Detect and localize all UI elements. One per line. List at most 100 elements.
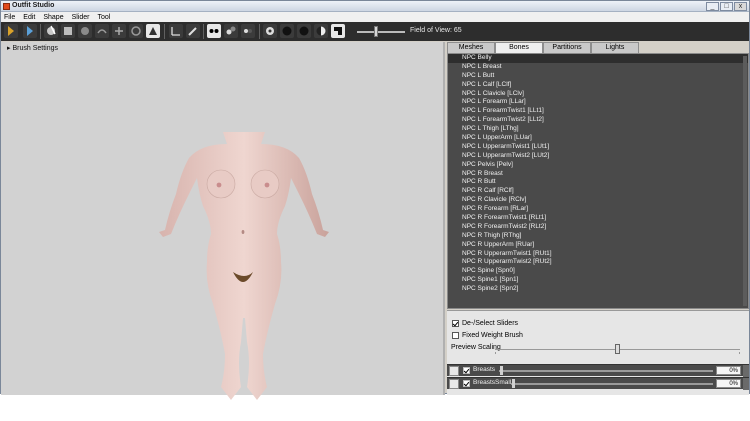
tab-meshes[interactable]: Meshes [447,42,495,53]
slider-value[interactable]: 0% [716,379,741,388]
edge-view-icon[interactable] [331,24,345,38]
mask-view-icon[interactable] [224,24,238,38]
fixed-weight-brush-option[interactable]: Fixed Weight Brush [452,332,523,339]
list-item[interactable]: NPC Spine2 [Spn2] [448,285,748,294]
pencil-icon[interactable] [449,379,459,389]
transform-icon[interactable] [23,24,37,38]
menu-file[interactable]: File [4,14,15,21]
fov-slider-track[interactable] [357,31,405,33]
texture-icon[interactable] [280,24,294,38]
list-item[interactable]: NPC Spine [Spn0] [448,267,748,276]
title-bar[interactable]: Outfit Studio _ □ x [1,1,749,12]
menu-tool[interactable]: Tool [98,14,111,21]
list-item[interactable]: NPC R UpperarmTwist2 [RUt2] [448,258,748,267]
fixed-weight-brush-checkbox[interactable] [452,332,459,339]
list-item[interactable]: NPC R UpperarmTwist1 [RUt1] [448,250,748,259]
list-item[interactable]: NPC R Clavicle [RClv] [448,196,748,205]
brush-settings-toggle[interactable]: ▸ Brush Settings [7,44,58,52]
list-item[interactable]: NPC L Thigh [LThg] [448,125,748,134]
slider-name: BreastsSmall [473,379,512,386]
brush-settings-label: Brush Settings [12,45,58,52]
pen-icon[interactable] [186,24,200,38]
list-item[interactable]: NPC L UpperarmTwist1 [LUt1] [448,143,748,152]
maximize-button[interactable]: □ [720,2,733,11]
slider-thumb[interactable] [512,379,515,388]
slider-track[interactable] [511,383,713,385]
menu-edit[interactable]: Edit [23,14,35,21]
body-model[interactable] [141,82,341,404]
mask-brush-icon[interactable] [129,24,143,38]
toolbar: Field of View: 65 [1,22,749,41]
light-icon[interactable] [263,24,277,38]
sliders-scrollbar[interactable] [743,365,749,377]
backface-icon[interactable] [241,24,255,38]
list-item[interactable]: NPC R Thigh [RThg] [448,232,748,241]
close-button[interactable]: x [734,2,747,11]
bones-scrollbar[interactable] [743,56,747,306]
window-controls: _ □ x [706,2,747,11]
list-item[interactable]: NPC L ForearmTwist1 [LLt1] [448,107,748,116]
list-item[interactable]: NPC R Calf [RClf] [448,187,748,196]
slider-checkbox[interactable] [463,367,470,374]
list-item[interactable]: NPC R UpperArm [RUar] [448,241,748,250]
list-item[interactable]: NPC L Breast [448,63,748,72]
outfit-studio-window: Outfit Studio _ □ x File Edit Shape Slid… [0,0,750,400]
list-item[interactable]: NPC L Clavicle [LClv] [448,90,748,99]
preview-scaling-thumb[interactable] [615,344,620,354]
slider-track[interactable] [499,370,713,372]
list-item[interactable]: NPC R Butt [448,178,748,187]
weight-brush-icon[interactable] [146,24,160,38]
slider-value[interactable]: 0% [716,366,741,375]
deselect-sliders-option[interactable]: De-/Select Sliders [452,320,518,327]
fixed-weight-brush-label: Fixed Weight Brush [462,332,523,339]
sliders-scrollbar[interactable] [743,378,749,390]
list-item[interactable]: NPC L UpperarmTwist2 [LUt2] [448,152,748,161]
smooth-brush-icon[interactable] [95,24,109,38]
bones-list[interactable]: NPC Belly NPC L Breast NPC L Butt NPC L … [447,53,749,309]
fov-slider-thumb[interactable] [374,26,378,37]
slider-row[interactable]: BreastsSmall 0% [447,377,749,390]
deflate-brush-icon[interactable] [61,24,75,38]
list-item[interactable]: NPC L Forearm [LLar] [448,98,748,107]
minimize-button[interactable]: _ [706,2,719,11]
wireframe-icon[interactable] [297,24,311,38]
list-item[interactable]: NPC L Butt [448,72,748,81]
axis-icon[interactable] [169,24,183,38]
list-item[interactable]: NPC R ForearmTwist2 [RLt2] [448,223,748,232]
list-item[interactable]: NPC R Breast [448,170,748,179]
list-item[interactable]: NPC Belly [448,54,748,63]
menu-slider[interactable]: Slider [72,14,90,21]
tab-bones[interactable]: Bones [495,42,543,53]
tab-lights[interactable]: Lights [591,42,639,53]
right-panel: Meshes Bones Partitions Lights NPC Belly… [447,42,749,395]
slider-row[interactable]: Breasts 0% [447,364,749,377]
lighting-icon[interactable] [314,24,328,38]
list-item[interactable]: NPC L ForearmTwist2 [LLt2] [448,116,748,125]
window-title: Outfit Studio [12,2,55,9]
list-item[interactable]: NPC R Forearm [RLar] [448,205,748,214]
menu-bar: File Edit Shape Slider Tool [1,12,749,22]
slider-controls: De-/Select Sliders Fixed Weight Brush Pr… [447,310,749,395]
undiff-brush-icon[interactable] [112,24,126,38]
select-icon[interactable] [4,24,18,38]
list-item[interactable]: NPC Pelvis [Pelv] [448,161,748,170]
move-brush-icon[interactable] [78,24,92,38]
tab-partitions[interactable]: Partitions [543,42,591,53]
list-item[interactable]: NPC R ForearmTwist1 [RLt1] [448,214,748,223]
list-item[interactable]: NPC L Calf [LClf] [448,81,748,90]
list-item[interactable]: NPC Spine1 [Spn1] [448,276,748,285]
3d-viewport[interactable]: ▸ Brush Settings [1,42,445,400]
panel-tabs: Meshes Bones Partitions Lights [447,42,639,53]
slider-checkbox[interactable] [463,380,470,387]
menu-shape[interactable]: Shape [43,14,63,21]
vertex-view-icon[interactable] [207,24,221,38]
fov-label: Field of View: 65 [410,27,462,34]
inflate-brush-icon[interactable] [44,24,58,38]
list-item[interactable]: NPC L UpperArm [LUar] [448,134,748,143]
slider-name: Breasts [473,366,496,373]
deselect-sliders-checkbox[interactable] [452,320,459,327]
app-icon [3,3,10,10]
pencil-icon[interactable] [449,366,459,376]
deselect-sliders-label: De-/Select Sliders [462,320,519,327]
slider-thumb[interactable] [500,366,503,375]
